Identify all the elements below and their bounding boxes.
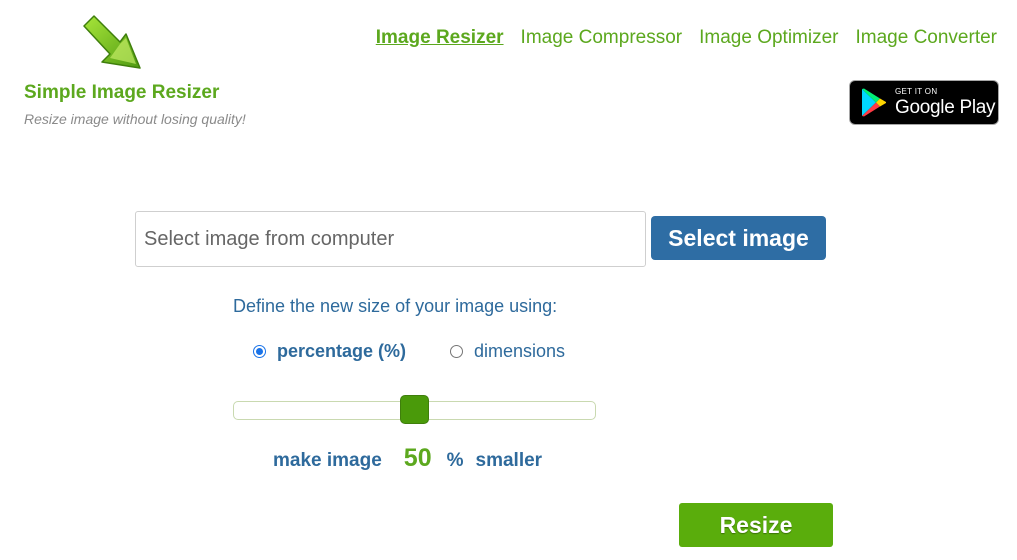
site-title: Simple Image Resizer (24, 82, 220, 103)
google-play-badge[interactable]: GET IT ON Google Play (849, 80, 999, 125)
logo-arrow-icon (83, 15, 141, 69)
define-size-label: Define the new size of your image using: (233, 296, 558, 316)
nav-image-resizer[interactable]: Image Resizer (376, 27, 504, 49)
option-dimensions[interactable]: dimensions (450, 341, 565, 362)
percent-sign: % (446, 450, 464, 471)
select-image-button[interactable]: Select image (651, 216, 826, 260)
make-image-label: make image (273, 450, 382, 471)
resize-summary: make image 50 % smaller (273, 444, 542, 473)
google-play-text: GET IT ON Google Play (895, 87, 996, 118)
smaller-label: smaller (475, 450, 543, 471)
site-tagline: Resize image without losing quality! (24, 111, 246, 127)
nav-image-converter[interactable]: Image Converter (855, 27, 997, 49)
option-percentage[interactable]: percentage (%) (253, 341, 406, 362)
percentage-label: percentage (%) (277, 341, 407, 361)
dimensions-label: dimensions (474, 341, 566, 361)
select-image-input[interactable] (135, 211, 646, 267)
dimensions-radio[interactable] (450, 345, 463, 358)
google-play-icon (862, 88, 886, 117)
badge-big-text: Google Play (895, 97, 996, 118)
nav-image-compressor[interactable]: Image Compressor (521, 27, 683, 49)
top-nav: Image Resizer Image Compressor Image Opt… (359, 27, 997, 49)
percent-value: 50 (403, 444, 432, 472)
badge-small-text: GET IT ON (895, 87, 938, 96)
percentage-radio[interactable] (253, 345, 266, 358)
nav-image-optimizer[interactable]: Image Optimizer (699, 27, 838, 49)
resize-slider-thumb[interactable] (400, 395, 429, 424)
resize-button[interactable]: Resize (679, 503, 833, 547)
